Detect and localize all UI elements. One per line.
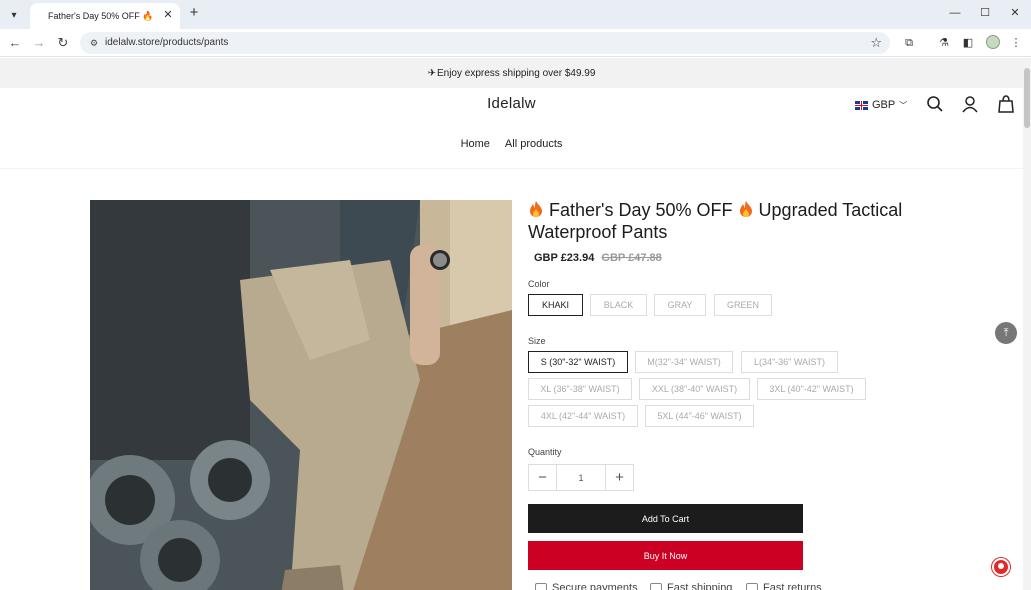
chevron-down-icon: ﹀ (899, 100, 908, 110)
scrollbar-thumb[interactable] (1024, 68, 1030, 128)
reload-icon[interactable]: ↻ (54, 34, 72, 52)
size-option-xl[interactable]: XL (36"-38" WAIST) (528, 378, 632, 400)
fire-icon (739, 201, 752, 217)
bookmark-star-icon[interactable]: ☆ (870, 35, 882, 51)
size-option-xxl[interactable]: XXL (38"-40" WAIST) (639, 378, 750, 400)
chat-widget-icon[interactable] (992, 558, 1010, 576)
airplane-icon: ✈ (427, 67, 436, 79)
trust-label: Secure payments (552, 582, 638, 590)
close-window-icon[interactable]: ✕ (1005, 4, 1025, 22)
side-panel-icon[interactable]: ◧ (960, 35, 976, 51)
page-scrollbar[interactable] (1023, 58, 1031, 590)
size-label: Size (528, 336, 546, 346)
browser-menu-icon[interactable]: ⋮ (1008, 35, 1024, 51)
price-row: GBP £23.94 GBP £47.88 (534, 252, 662, 264)
size-option-s[interactable]: S (30"-32" WAIST) (528, 351, 628, 373)
browser-tabstrip: ▾ Father's Day 50% OFF 🔥 Up ✕ + — ☐ ✕ (0, 0, 1031, 29)
menu-item-home[interactable]: Home (461, 138, 490, 150)
new-tab-button[interactable]: + (186, 5, 202, 21)
forward-icon[interactable]: → (30, 34, 48, 52)
size-option-m[interactable]: M(32"-34" WAIST) (635, 351, 733, 373)
product-title: Father's Day 50% OFF Upgraded Tactical W… (528, 199, 948, 243)
quantity-stepper: − 1 + (528, 464, 634, 491)
truck-icon (650, 583, 662, 590)
extensions-icon[interactable]: ⧉ (901, 35, 917, 51)
color-label: Color (528, 279, 550, 289)
header-divider (0, 168, 1023, 169)
page-viewport: ✈ Enjoy express shipping over $49.99 Ide… (0, 58, 1023, 590)
color-option-green[interactable]: GREEN (714, 294, 772, 316)
quantity-label: Quantity (528, 447, 562, 457)
size-option-l[interactable]: L(34"-36" WAIST) (741, 351, 838, 373)
search-icon[interactable] (926, 95, 944, 113)
currency-code: GBP (872, 99, 896, 111)
url-text[interactable]: idelalw.store/products/pants (105, 36, 228, 50)
fire-icon (530, 201, 542, 217)
price-current: GBP £23.94 (534, 252, 595, 264)
trust-secure-payments: Secure payments (535, 582, 638, 590)
tab-close-icon[interactable]: ✕ (162, 9, 174, 21)
browser-toolbar: ← → ↻ ⚙ idelalw.store/products/pants ☆ ⧉… (0, 29, 1031, 57)
site-info-icon[interactable]: ⚙ (87, 36, 101, 50)
currency-selector[interactable]: GBP ﹀ (855, 98, 907, 112)
color-option-khaki[interactable]: KHAKI (528, 294, 583, 316)
announcement-text: Enjoy express shipping over $49.99 (436, 67, 596, 79)
color-option-gray[interactable]: GRAY (654, 294, 706, 316)
card-icon (535, 583, 547, 590)
color-option-black[interactable]: BLACK (590, 294, 647, 316)
tab-title: Father's Day 50% OFF 🔥 Up (48, 10, 156, 21)
trust-label: Fast shipping (667, 582, 733, 590)
browser-tab-active[interactable]: Father's Day 50% OFF 🔥 Up ✕ (30, 3, 180, 29)
product-image[interactable] (90, 200, 512, 590)
cart-icon[interactable] (997, 95, 1015, 113)
account-icon[interactable] (961, 95, 979, 113)
tab-search-icon[interactable]: ▾ (5, 6, 23, 24)
title-text-part1: Father's Day 50% OFF (549, 200, 733, 220)
size-option-3xl[interactable]: 3XL (40"-42" WAIST) (757, 378, 866, 400)
profile-avatar[interactable] (986, 35, 1000, 49)
trust-label: Fast returns (763, 582, 822, 590)
maximize-icon[interactable]: ☐ (975, 4, 995, 22)
size-option-5xl[interactable]: 5XL (44"-46" WAIST) (645, 405, 754, 427)
labs-flask-icon[interactable]: ⚗ (936, 35, 952, 51)
uk-flag-icon (855, 100, 868, 110)
buy-now-button[interactable]: Buy It Now (528, 541, 803, 570)
trust-fast-shipping: Fast shipping (650, 582, 732, 590)
minus-icon[interactable]: − (529, 465, 556, 490)
announcement-bar: ✈ Enjoy express shipping over $49.99 (0, 58, 1023, 88)
address-bar[interactable]: ⚙ idelalw.store/products/pants ☆ (80, 32, 890, 54)
menu-item-all-products[interactable]: All products (505, 138, 562, 150)
main-menu: Home All products (0, 138, 1023, 150)
size-option-4xl[interactable]: 4XL (42"-44" WAIST) (528, 405, 638, 427)
plus-icon[interactable]: + (606, 465, 633, 490)
add-to-cart-button[interactable]: Add To Cart (528, 504, 803, 533)
quantity-input[interactable]: 1 (556, 465, 606, 490)
minimize-icon[interactable]: — (945, 4, 965, 22)
back-to-top-button[interactable]: ⤒ (995, 322, 1017, 344)
product-photo (90, 200, 512, 590)
trust-fast-returns: Fast returns (746, 582, 822, 590)
back-icon[interactable]: ← (6, 34, 24, 52)
arrow-up-icon: ⤒ (1003, 326, 1009, 339)
return-icon (746, 583, 758, 590)
price-compare: GBP £47.88 (601, 252, 662, 264)
